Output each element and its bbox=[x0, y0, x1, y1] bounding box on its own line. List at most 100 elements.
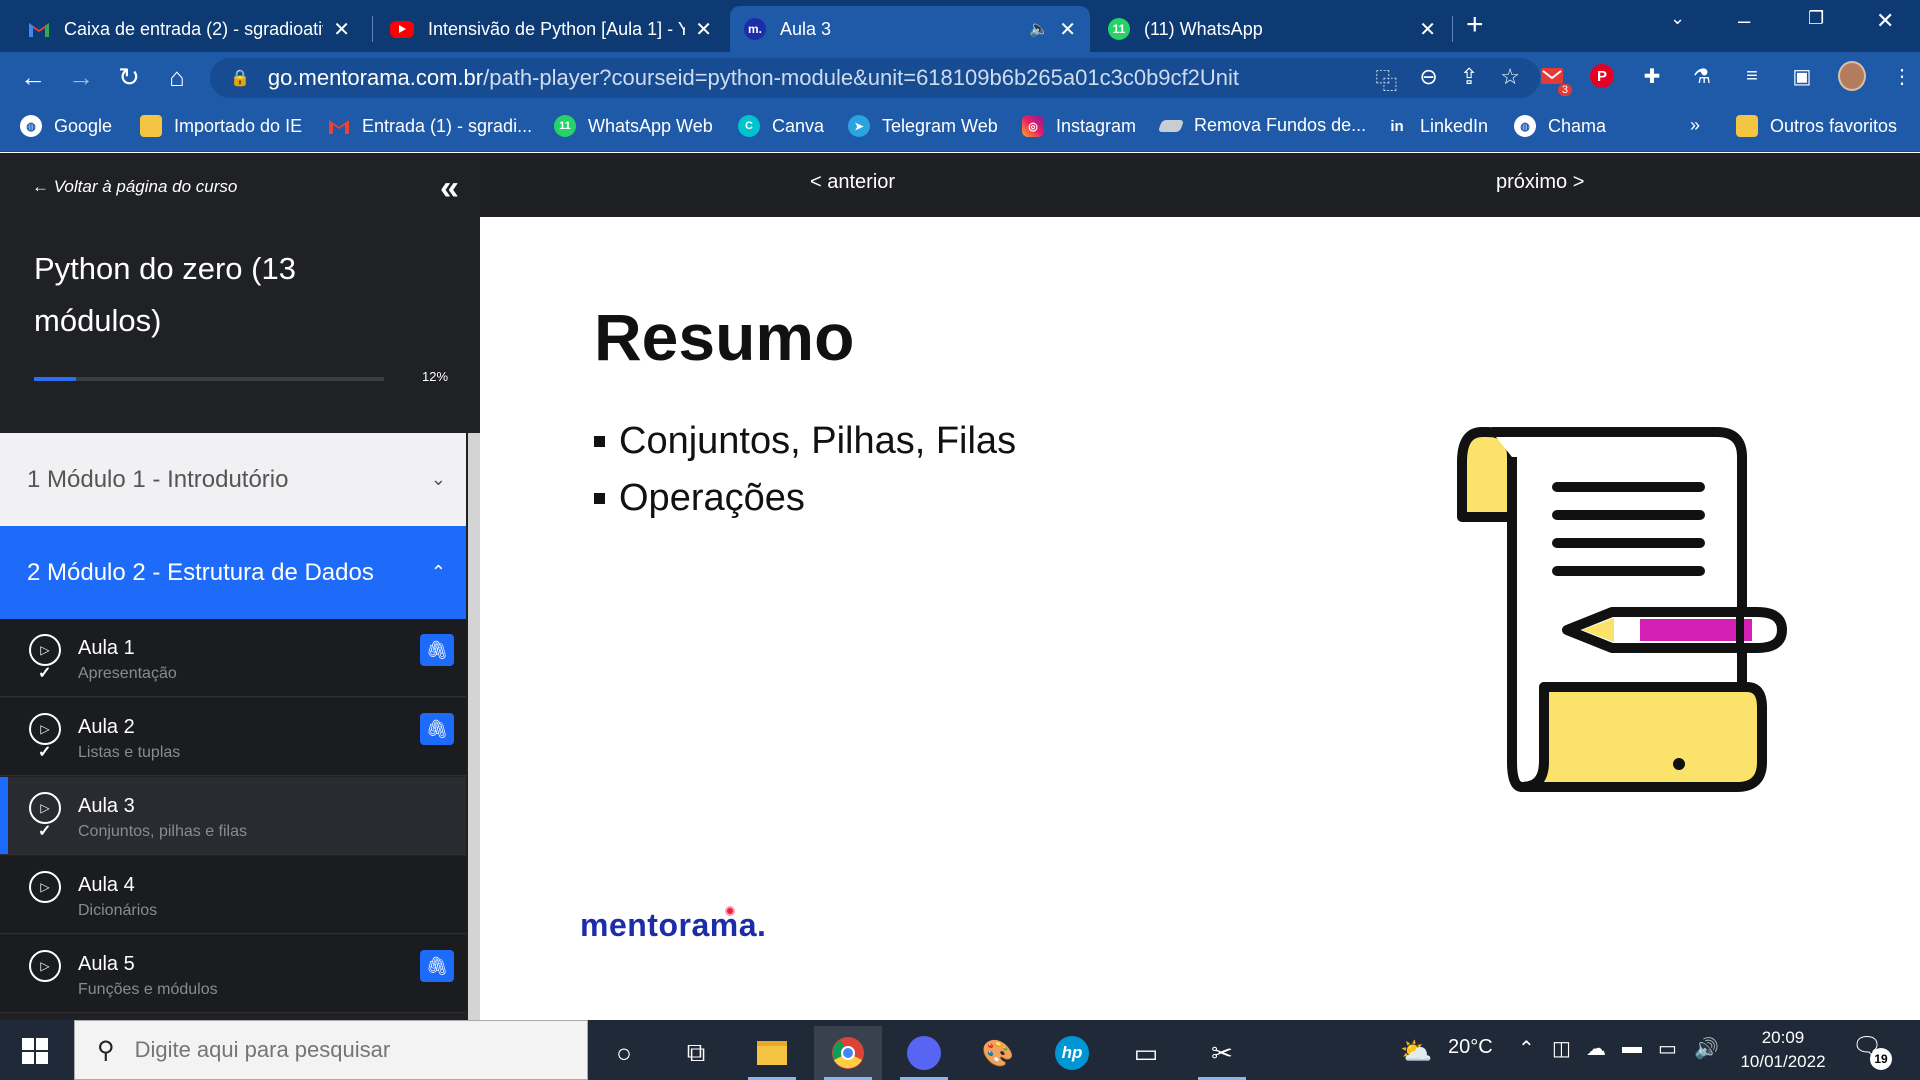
window-close-icon[interactable]: ✕ bbox=[1876, 8, 1894, 34]
meet-now-icon[interactable]: ◫ bbox=[1552, 1036, 1571, 1061]
close-icon[interactable]: ✕ bbox=[1419, 17, 1436, 42]
lesson-item[interactable]: ▷ ✓ Aula 2 Listas e tuplas 🖇 bbox=[0, 698, 466, 776]
restore-icon[interactable]: ❐ bbox=[1808, 8, 1824, 29]
attachment-icon[interactable]: 🖇 bbox=[420, 713, 454, 745]
volume-icon[interactable]: 🔊 bbox=[1694, 1036, 1719, 1061]
globe-icon: ◍ bbox=[20, 115, 42, 137]
slide-bullets: Conjuntos, Pilhas, Filas Operações bbox=[594, 413, 1016, 527]
lock-icon[interactable]: 🔒 bbox=[230, 68, 250, 88]
lesson-item-current[interactable]: ▷ ✓ Aula 3 Conjuntos, pilhas e filas bbox=[0, 777, 466, 855]
taskbar-search-input[interactable] bbox=[134, 1037, 535, 1063]
system-clock[interactable]: 20:09 10/01/2022 bbox=[1728, 1026, 1838, 1074]
close-icon[interactable]: ✕ bbox=[333, 17, 350, 42]
progress-fill bbox=[34, 377, 76, 381]
tab-whatsapp[interactable]: 11 (11) WhatsApp ✕ bbox=[1094, 6, 1450, 52]
back-arrow-icon[interactable]: ← bbox=[16, 62, 50, 93]
whatsapp-icon: 11 bbox=[1108, 18, 1130, 40]
close-icon[interactable]: ✕ bbox=[1059, 17, 1076, 42]
tab-search-icon[interactable]: ⌄ bbox=[1670, 8, 1685, 29]
tab-youtube[interactable]: Intensivão de Python [Aula 1] - Y ✕ bbox=[376, 6, 726, 52]
file-explorer-icon[interactable] bbox=[738, 1026, 806, 1080]
tab-title: (11) WhatsApp bbox=[1144, 18, 1263, 39]
extensions-puzzle-icon[interactable]: ✚ bbox=[1638, 62, 1666, 90]
slide-title: Resumo bbox=[594, 300, 855, 374]
lesson-item[interactable]: ▷ ✓ Aula 1 Apresentação 🖇 bbox=[0, 619, 466, 697]
lesson-item[interactable]: ▷ Aula 5 Funções e módulos 🖇 bbox=[0, 935, 466, 1013]
module-2-header[interactable]: 2 Módulo 2 - Estrutura de Dados ⌃ bbox=[0, 526, 466, 619]
previous-lesson-link[interactable]: < anterior bbox=[810, 171, 895, 194]
bookmark-importado-ie[interactable]: Importado do IE bbox=[140, 115, 302, 137]
scanner-icon[interactable]: ▭ bbox=[1112, 1026, 1180, 1080]
weather-icon[interactable]: ⛅ bbox=[1400, 1036, 1432, 1067]
bookmark-google[interactable]: ◍ Google bbox=[20, 115, 112, 137]
bookmark-canva[interactable]: C Canva bbox=[738, 115, 824, 137]
module-1-header[interactable]: 1 Módulo 1 - Introdutório ⌄ bbox=[0, 433, 466, 526]
gmail-extension-icon[interactable]: 3 bbox=[1538, 62, 1572, 96]
windows-start-icon[interactable] bbox=[22, 1038, 48, 1064]
minimize-icon[interactable]: – bbox=[1738, 8, 1750, 34]
progress-percent: 12% bbox=[422, 369, 449, 384]
bookmark-outros-favoritos[interactable]: Outros favoritos bbox=[1736, 115, 1897, 137]
zoom-icon[interactable]: ⊖ bbox=[1419, 64, 1437, 96]
onedrive-cloud-icon[interactable]: ☁ bbox=[1586, 1036, 1606, 1061]
forward-arrow-icon[interactable]: → bbox=[64, 62, 98, 93]
bookmarks-overflow-icon[interactable]: » bbox=[1690, 115, 1700, 136]
taskbar-search[interactable]: ⚲ bbox=[74, 1020, 588, 1080]
youtube-icon bbox=[390, 20, 414, 38]
lesson-item[interactable]: ▷ Aula 4 Dicionários bbox=[0, 856, 466, 934]
tab-gmail[interactable]: Caixa de entrada (2) - sgradioativ ✕ bbox=[14, 6, 364, 52]
lesson-title: Aula 2 bbox=[78, 716, 135, 738]
tab-title: Intensivão de Python [Aula 1] - Y bbox=[428, 18, 686, 39]
menu-kebab-icon[interactable]: ⋮ bbox=[1888, 62, 1916, 90]
hp-icon[interactable]: hp bbox=[1038, 1026, 1106, 1080]
bookmark-instagram[interactable]: ◎ Instagram bbox=[1022, 115, 1136, 137]
bookmark-telegram[interactable]: ➤ Telegram Web bbox=[848, 115, 998, 137]
paint-icon[interactable]: 🎨 bbox=[964, 1026, 1032, 1080]
bookmark-star-icon[interactable]: ☆ bbox=[1500, 64, 1520, 96]
task-view-icon[interactable]: ⧉ bbox=[662, 1026, 730, 1080]
avatar[interactable] bbox=[1838, 61, 1866, 91]
translate-icon[interactable]: ⿻ bbox=[1375, 64, 1397, 96]
attachment-icon[interactable]: 🖇 bbox=[420, 634, 454, 666]
weather-temperature[interactable]: 20°C bbox=[1448, 1036, 1493, 1059]
pinterest-icon[interactable]: P bbox=[1588, 62, 1616, 90]
clock-date: 10/01/2022 bbox=[1740, 1052, 1826, 1071]
cortana-icon[interactable]: ○ bbox=[590, 1026, 658, 1080]
back-to-course-link[interactable]: ← Voltar à página do curso bbox=[32, 177, 237, 197]
reading-list-icon[interactable]: ≡ bbox=[1738, 62, 1766, 90]
speaker-icon[interactable]: 🔈 bbox=[1029, 19, 1049, 39]
home-icon[interactable]: ⌂ bbox=[160, 62, 194, 93]
attachment-icon[interactable]: 🖇 bbox=[420, 950, 454, 982]
bookmark-linkedin[interactable]: in LinkedIn bbox=[1386, 115, 1488, 137]
next-lesson-link[interactable]: próximo > bbox=[1496, 171, 1584, 194]
notification-center-icon[interactable]: 🗨 19 bbox=[1852, 1032, 1892, 1070]
bookmark-chama[interactable]: ◍ Chama bbox=[1514, 115, 1606, 137]
address-bar[interactable]: 🔒 go.mentorama.com.br/path-player?course… bbox=[210, 58, 1540, 98]
discord-icon[interactable] bbox=[890, 1026, 958, 1080]
bookmark-label: LinkedIn bbox=[1420, 115, 1489, 136]
search-icon: ⚲ bbox=[97, 1036, 115, 1064]
network-icon[interactable]: ▭ bbox=[1658, 1036, 1677, 1061]
video-player[interactable]: Resumo Conjuntos, Pilhas, Filas Operaçõe… bbox=[484, 217, 1916, 1020]
bookmark-whatsapp-web[interactable]: 11 WhatsApp Web bbox=[554, 115, 713, 137]
new-tab-button[interactable]: + bbox=[1466, 8, 1484, 42]
sidebar-scrollbar[interactable] bbox=[468, 433, 480, 1020]
chrome-icon[interactable] bbox=[814, 1026, 882, 1080]
close-icon[interactable]: ✕ bbox=[695, 17, 712, 42]
labs-flask-icon[interactable]: ⚗ bbox=[1688, 62, 1716, 90]
battery-icon[interactable]: ▬ bbox=[1622, 1036, 1642, 1059]
reload-icon[interactable]: ↻ bbox=[112, 62, 146, 93]
tab-aula-3[interactable]: m. Aula 3 🔈 ✕ bbox=[730, 6, 1090, 52]
bookmark-label: Remova Fundos de... bbox=[1194, 115, 1367, 135]
bookmark-remove-bg[interactable]: Remova Fundos de... bbox=[1157, 115, 1367, 136]
collapse-sidebar-icon[interactable]: « bbox=[440, 169, 459, 208]
bookmark-label: Telegram Web bbox=[882, 115, 998, 136]
lesson-title: Aula 4 bbox=[78, 874, 135, 896]
bookmark-entrada[interactable]: Entrada (1) - sgradi... bbox=[328, 115, 532, 137]
bookmark-label: Chama bbox=[1548, 115, 1607, 136]
side-panel-icon[interactable]: ▣ bbox=[1788, 62, 1816, 90]
snipping-tool-icon[interactable]: ✂ bbox=[1188, 1026, 1256, 1080]
lesson-subtitle: Conjuntos, pilhas e filas bbox=[78, 823, 247, 840]
share-icon[interactable]: ⇪ bbox=[1460, 64, 1478, 96]
chevron-up-icon[interactable]: ⌃ bbox=[1518, 1036, 1535, 1061]
